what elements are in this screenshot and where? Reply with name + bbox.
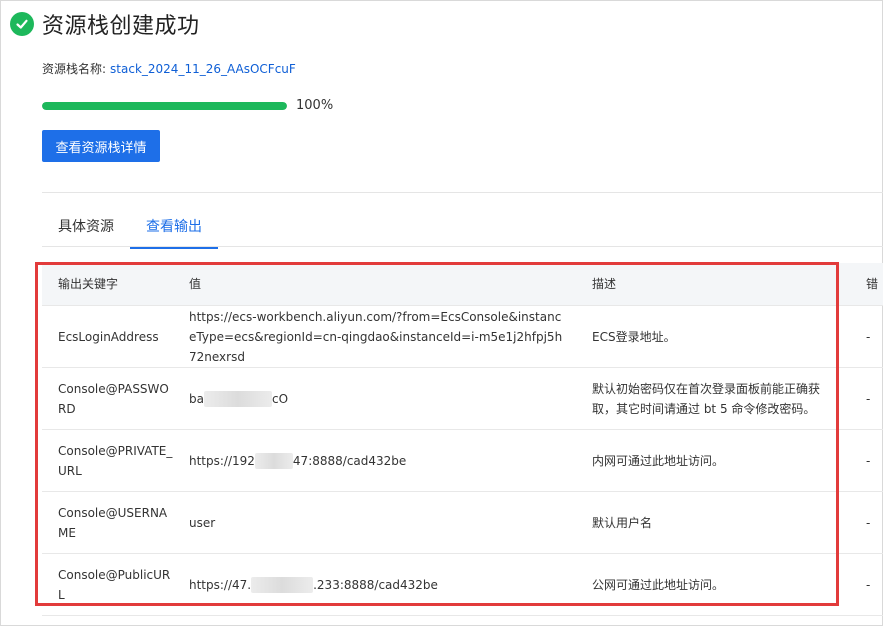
row-error: -: [866, 577, 871, 592]
tab-resources[interactable]: 具体资源: [42, 210, 130, 249]
table-row: Console@PublicURL https://47. .233:8888/c…: [42, 554, 883, 616]
row-value-text: https://47.: [189, 577, 252, 592]
row-key: Console@PublicURL: [58, 567, 171, 602]
row-value-text-tail: .233:8888/cad432be: [313, 577, 438, 592]
tab-underline: [42, 246, 883, 247]
outputs-table: 输出关键字 值 描述 错 EcsLoginAddress https://ecs…: [42, 263, 883, 616]
row-key: Console@PASSWORD: [58, 381, 169, 416]
stack-name-link[interactable]: stack_2024_11_26_AAsOCFcuF: [110, 62, 296, 76]
row-description: 内网可通过此地址访问。: [592, 453, 725, 468]
stack-name-row: 资源栈名称: stack_2024_11_26_AAsOCFcuF: [42, 60, 296, 77]
page-header: 资源栈创建成功: [10, 8, 200, 40]
row-key: Console@USERNAME: [58, 505, 168, 540]
row-value: ba cO: [173, 389, 576, 409]
redacted-mask: [251, 577, 314, 593]
header-value: 值: [189, 277, 202, 291]
row-key: Console@PRIVATE_URL: [58, 443, 173, 478]
row-error: -: [866, 391, 871, 406]
progress-fill: [42, 101, 287, 110]
row-error: -: [866, 329, 871, 344]
header-error: 错: [866, 277, 879, 291]
row-description: 默认用户名: [592, 515, 653, 530]
row-value: user: [173, 513, 576, 533]
row-value-text: user: [189, 515, 216, 530]
progress-track: [42, 101, 287, 110]
table-row: EcsLoginAddress https://ecs-workbench.al…: [42, 306, 883, 368]
table-row: Console@USERNAME user 默认用户名 -: [42, 492, 883, 554]
row-description: 公网可通过此地址访问。: [592, 577, 725, 592]
header-output-key: 输出关键字: [58, 277, 119, 291]
redacted-mask: [203, 391, 272, 407]
redacted-mask: [254, 453, 293, 469]
row-error: -: [866, 453, 871, 468]
section-divider: [42, 192, 883, 193]
row-value-text: https://ecs-workbench.aliyun.com/?from=E…: [189, 309, 563, 364]
row-error: -: [866, 515, 871, 530]
row-value: https://47. .233:8888/cad432be: [173, 575, 576, 595]
row-key: EcsLoginAddress: [58, 329, 159, 344]
table-header: 输出关键字 值 描述 错: [42, 263, 883, 306]
row-value: https://192 47:8888/cad432be: [173, 451, 576, 471]
row-description: 默认初始密码仅在首次登录面板前能正确获取，其它时间请通过 bt 5 命令修改密码…: [592, 381, 821, 416]
check-circle-icon: [10, 12, 34, 36]
row-description: ECS登录地址。: [592, 329, 676, 344]
row-value-text-tail: 47:8888/cad432be: [292, 453, 407, 468]
row-value-text-tail: cO: [271, 391, 289, 406]
table-row: Console@PASSWORD ba cO 默认初始密码仅在首次登录面板前能正确…: [42, 368, 883, 430]
row-value-text: https://192: [189, 453, 255, 468]
row-value-text: ba: [189, 391, 204, 406]
stack-name-label: 资源栈名称:: [42, 62, 107, 76]
table-row: Console@PRIVATE_URL https://192 47:8888/c…: [42, 430, 883, 492]
tab-bar: 具体资源 查看输出: [42, 210, 218, 249]
progress-percent: 100%: [296, 98, 334, 113]
tab-outputs[interactable]: 查看输出: [130, 210, 218, 249]
header-description: 描述: [592, 277, 617, 291]
view-stack-details-button[interactable]: 查看资源栈详情: [42, 130, 160, 162]
page-title: 资源栈创建成功: [42, 14, 200, 39]
row-value: https://ecs-workbench.aliyun.com/?from=E…: [173, 307, 576, 367]
progress-bar: 100%: [42, 98, 333, 113]
